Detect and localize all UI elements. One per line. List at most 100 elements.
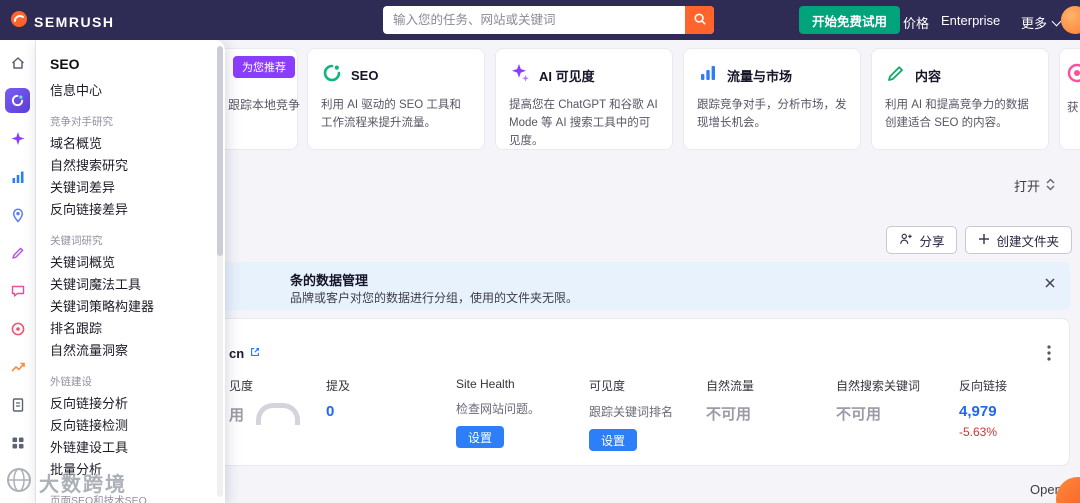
more-menu[interactable]: 更多 (1021, 13, 1062, 32)
menu-section-link-building: 外链建设 (50, 376, 92, 388)
content-pen-icon[interactable] (5, 240, 30, 265)
recommended-badge: 为您推荐 (233, 56, 295, 78)
promo-card-seo[interactable]: SEO 利用 AI 驱动的 SEO 工具和工作流程来提升流量。 (307, 48, 485, 150)
globe-icon (6, 467, 32, 498)
advertising-icon[interactable] (5, 316, 30, 341)
menu-item-domain-overview[interactable]: 域名概览 (36, 133, 225, 155)
metric-backlinks-value[interactable]: 4,979 (959, 403, 1007, 420)
watermark: 大数跨境 (6, 467, 127, 498)
sparkles-icon (509, 62, 531, 89)
avatar[interactable] (1061, 6, 1080, 34)
metric-visibility: 可见度 跟踪关键词排名 设置 (589, 377, 673, 451)
metric-organic-keywords-label: 自然搜索关键词 (836, 379, 921, 393)
scrollbar-thumb[interactable] (217, 46, 223, 256)
metric-backlinks-delta: -5.63% (959, 425, 998, 439)
pricing-link[interactable]: 价格 (903, 13, 929, 32)
menu-item-organic-research[interactable]: 自然搜索研究 (36, 155, 225, 177)
kebab-menu[interactable] (1045, 343, 1053, 366)
metric-site-health-desc: 检查网站问题。 (456, 402, 541, 416)
enterprise-link[interactable]: Enterprise (941, 13, 1000, 28)
search-icon (693, 12, 707, 29)
menu-item-info-center[interactable]: 信息中心 (36, 80, 225, 102)
project-domain[interactable]: cn (229, 346, 261, 361)
social-chat-icon[interactable] (5, 278, 30, 303)
menu-item-backlink-gap[interactable]: 反向链接差异 (36, 199, 225, 221)
section-collapse-control[interactable]: 打开 (1014, 176, 1056, 195)
left-icon-rail (0, 40, 36, 503)
metric-organic-keywords: 自然搜索关键词 不可用 (836, 377, 920, 424)
metric-mentions-value[interactable]: 0 (326, 403, 350, 420)
search-bar (383, 6, 714, 34)
metric-ai-visibility-label: 见度 (229, 379, 254, 393)
ai-toolkit-icon[interactable] (5, 126, 30, 151)
menu-item-backlink-analytics[interactable]: 反向链接分析 (36, 393, 225, 415)
projects-actions: 分享 创建文件夹 (886, 226, 1072, 254)
watermark-text: 大数跨境 (39, 474, 127, 496)
menu-section-keyword-research: 关键词研究 (50, 235, 103, 247)
promo-card-partial[interactable]: 获 (1059, 48, 1080, 150)
menu-item-keyword-gap[interactable]: 关键词差异 (36, 177, 225, 199)
app-center-grid-icon[interactable] (5, 430, 30, 455)
local-pin-icon[interactable] (5, 202, 30, 227)
gauge-arc-icon (256, 403, 301, 425)
semrush-logo[interactable]: SEMRUSH (10, 10, 115, 33)
seo-flyout-menu: SEO 信息中心 竞争对手研究 域名概览 自然搜索研究 关键词差异 反向链接差异… (36, 40, 225, 503)
semrush-logo-icon (10, 10, 28, 33)
seo-swirl-icon (321, 62, 343, 89)
chevron-down-icon (1051, 16, 1062, 26)
metric-ai-visibility-value: 用 (229, 407, 245, 424)
panel-scrollbar[interactable] (217, 46, 223, 497)
metric-ai-visibility: 见度 用 (229, 377, 301, 425)
search-input[interactable] (383, 6, 714, 34)
menu-item-keyword-strategy-builder[interactable]: 关键词策略构建器 (36, 296, 225, 318)
sort-icon (1045, 177, 1056, 194)
promo-card-traffic-title: 流量与市场 (727, 69, 793, 84)
search-button[interactable] (685, 6, 714, 34)
share-button[interactable]: 分享 (886, 226, 958, 254)
metric-visibility-label: 可见度 (589, 379, 626, 393)
reports-icon[interactable] (5, 392, 30, 417)
metric-backlinks-label: 反向链接 (959, 379, 1008, 393)
external-link-icon (249, 346, 261, 361)
promo-card-ai-visibility[interactable]: AI 可见度 提高您在 ChatGPT 和谷歌 AI Mode 等 AI 搜索工… (495, 48, 673, 150)
menu-section-competitive-research: 竞争对手研究 (50, 116, 113, 128)
promo-card-content[interactable]: 内容 利用 AI 和提高竞争力的数据创建适合 SEO 的内容。 (871, 48, 1049, 150)
menu-item-keyword-overview[interactable]: 关键词概览 (36, 252, 225, 274)
metric-visibility-desc: 跟踪关键词排名 (589, 405, 674, 419)
promo-card-seo-desc: 利用 AI 驱动的 SEO 工具和工作流程来提升流量。 (321, 99, 461, 129)
metric-mentions: 提及 0 (326, 377, 350, 420)
menu-item-link-building-tool[interactable]: 外链建设工具 (36, 437, 225, 459)
home-icon[interactable] (5, 50, 30, 75)
promo-card-content-desc: 利用 AI 和提高竞争力的数据创建适合 SEO 的内容。 (885, 99, 1029, 129)
close-icon[interactable] (1042, 275, 1058, 294)
metric-organic-keywords-value: 不可用 (836, 406, 882, 423)
metric-site-health-label: Site Health (456, 377, 515, 391)
metric-backlinks: 反向链接 4,979 -5.63% (959, 377, 1007, 439)
menu-item-organic-traffic-insights[interactable]: 自然流量洞察 (36, 340, 225, 362)
promo-card-ai-title: AI 可见度 (539, 69, 595, 84)
create-folder-button[interactable]: 创建文件夹 (965, 226, 1072, 254)
banner-title: 条的数据管理 (290, 273, 369, 288)
menu-item-position-tracking[interactable]: 排名跟踪 (36, 318, 225, 340)
visibility-setup-button[interactable]: 设置 (589, 429, 638, 451)
metric-site-health: Site Health 检查网站问题。 设置 (456, 377, 540, 448)
promo-card-traffic[interactable]: 流量与市场 跟踪竞争对手，分析市场，发现增长机会。 (683, 48, 861, 150)
metric-organic-traffic-label: 自然流量 (706, 379, 755, 393)
menu-item-backlink-audit[interactable]: 反向链接检测 (36, 415, 225, 437)
free-trial-button[interactable]: 开始免费试用 (799, 6, 901, 34)
project-domain-text: cn (229, 346, 245, 361)
promo-card-partial-text: 获 (1067, 102, 1079, 114)
pink-product-icon (1066, 62, 1080, 89)
seo-icon[interactable] (5, 88, 30, 113)
promo-card-local-desc: 跟踪本地竞争 (228, 98, 301, 112)
menu-item-keyword-magic-tool[interactable]: 关键词魔法工具 (36, 274, 225, 296)
site-health-setup-button[interactable]: 设置 (456, 426, 505, 448)
share-label: 分享 (919, 234, 945, 249)
promo-card-ai-desc: 提高您在 ChatGPT 和谷歌 AI Mode 等 AI 搜索工具中的可见度。 (509, 99, 658, 147)
create-folder-label: 创建文件夹 (996, 234, 1059, 249)
promo-card-seo-title: SEO (351, 68, 379, 83)
trends-icon[interactable] (5, 354, 30, 379)
traffic-market-icon[interactable] (5, 164, 30, 189)
promo-card-content-title: 内容 (915, 69, 942, 84)
banner-body: 品牌或客户对您的数据进行分组，使用的文件夹无限。 (290, 291, 579, 305)
